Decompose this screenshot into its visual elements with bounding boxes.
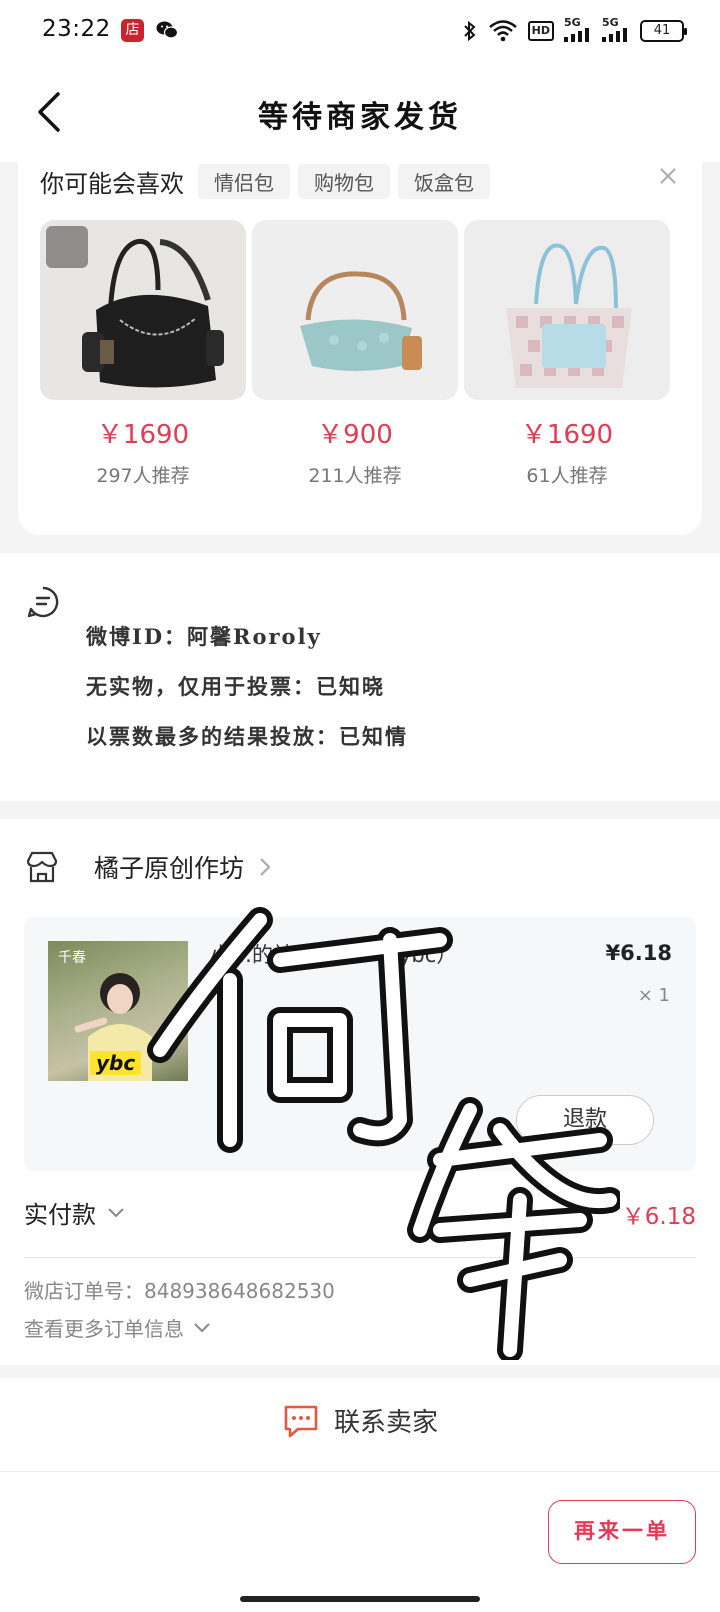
item-thumb-label: ybc — [90, 1051, 142, 1075]
item-title[interactable]: 小…的神秘问卷一（ybc） — [210, 939, 570, 969]
item-price: ¥6.18 — [605, 941, 672, 965]
wechat-icon — [156, 21, 178, 39]
black-bag-image — [46, 226, 224, 388]
product-price: ￥1690 — [520, 420, 614, 450]
product-card[interactable]: ￥900 211人推荐 — [252, 220, 458, 488]
shop-link[interactable]: 橘子原创作坊 — [24, 849, 274, 885]
shop-name[interactable]: 橘子原创作坊 — [94, 849, 244, 885]
chevron-down-icon — [108, 1207, 124, 1217]
bottom-action-bar: 再来一单 — [0, 1472, 720, 1612]
note-icon — [27, 586, 59, 618]
nav-bar: 等待商家发货 — [0, 66, 720, 162]
shop-app-icon: 店 — [121, 19, 144, 42]
store-icon — [26, 851, 58, 883]
paid-row[interactable]: 实付款 ￥6.18 — [24, 1195, 696, 1235]
buyer-note-section: 微博ID：阿馨Roroly 无实物，仅用于投票：已知晓 以票数最多的结果投放：已… — [0, 553, 720, 801]
item-thumbnail[interactable]: 千春 ybc — [48, 941, 188, 1081]
note-line: 微博ID：阿馨Roroly — [86, 624, 322, 649]
status-time: 23:22 — [42, 16, 111, 42]
bluetooth-icon — [463, 20, 476, 42]
close-icon[interactable] — [654, 162, 682, 190]
signal-5g-icon-1: 5G — [564, 16, 592, 44]
checkered-tote-image — [506, 243, 632, 388]
recommend-header: 你可能会喜欢 情侣包 购物包 饭盒包 — [40, 164, 490, 199]
item-brand-mark: 千春 — [58, 950, 86, 966]
recommend-tag[interactable]: 购物包 — [298, 164, 390, 199]
signal-5g-icon-2: 5G — [602, 16, 630, 44]
product-list: ￥1690 297人推荐 ￥900 211人推荐 ￥1690 61人推荐 — [40, 220, 670, 488]
note-line: 以票数最多的结果投放：已知情 — [86, 724, 408, 749]
status-icons: HD 5G 5G 41 — [462, 16, 687, 44]
product-card[interactable]: ￥1690 297人推荐 — [40, 220, 246, 488]
paid-amount: ￥6.18 — [621, 1204, 696, 1230]
product-image[interactable] — [40, 220, 246, 400]
recommend-title: 你可能会喜欢 — [40, 170, 184, 198]
product-recommend-count: 211人推荐 — [308, 465, 402, 487]
page-title: 等待商家发货 — [258, 100, 462, 135]
recommend-tag[interactable]: 饭盒包 — [398, 164, 490, 199]
paid-label: 实付款 — [24, 1201, 96, 1229]
more-order-info-link[interactable]: 查看更多订单信息 — [24, 1313, 212, 1342]
product-recommend-count: 61人推荐 — [526, 465, 608, 487]
recommend-card: 你可能会喜欢 情侣包 购物包 饭盒包 ￥1690 297人推荐 ￥900 211… — [18, 162, 702, 535]
signal-bars-icon — [602, 28, 627, 42]
home-indicator[interactable] — [240, 1596, 480, 1602]
order-number: 微店订单号：848938648682530 — [24, 1279, 335, 1303]
item-quantity: × 1 — [637, 985, 670, 1006]
battery-icon: 41 — [640, 20, 687, 42]
product-price: ￥1690 — [96, 420, 190, 450]
product-card[interactable]: ￥1690 61人推荐 — [464, 220, 670, 488]
blue-bag-image — [300, 271, 422, 371]
more-order-info-label: 查看更多订单信息 — [24, 1317, 184, 1341]
divider — [24, 1257, 696, 1258]
net-label-1: 5G — [564, 16, 581, 29]
status-bar: 23:22 店 HD 5G 5G 41 — [0, 0, 720, 66]
recommend-section: 你可能会喜欢 情侣包 购物包 饭盒包 ￥1690 297人推荐 ￥900 211… — [0, 162, 720, 552]
order-item-card[interactable]: 千春 ybc 小…的神秘问卷一（ybc） ¥6.18 × 1 退款 — [24, 917, 696, 1171]
product-price: ￥900 — [317, 420, 393, 450]
chat-bubble-icon — [284, 1405, 318, 1437]
product-recommend-count: 297人推荐 — [96, 465, 190, 487]
product-image[interactable] — [464, 220, 670, 400]
net-label-2: 5G — [602, 16, 619, 29]
contact-seller-label: 联系卖家 — [333, 1408, 438, 1438]
signal-bars-icon — [564, 28, 589, 42]
chevron-down-icon — [194, 1322, 210, 1332]
chevron-right-icon — [260, 858, 271, 876]
recommend-tag[interactable]: 情侣包 — [198, 164, 290, 199]
hd-voice-icon: HD — [527, 21, 554, 41]
contact-seller-button[interactable]: 联系卖家 — [0, 1402, 720, 1439]
contact-seller-bar: 联系卖家 — [0, 1378, 720, 1472]
paid-label-group[interactable]: 实付款 — [24, 1195, 126, 1230]
note-line: 无实物，仅用于投票：已知晓 — [86, 674, 385, 699]
refund-button[interactable]: 退款 — [516, 1095, 654, 1145]
product-image[interactable] — [252, 220, 458, 400]
reorder-button[interactable]: 再来一单 — [548, 1500, 696, 1564]
wifi-icon — [488, 20, 517, 42]
order-section: 橘子原创作坊 千春 ybc 小…的神秘问卷一（ybc） ¥6.18 × 1 退款… — [0, 819, 720, 1365]
